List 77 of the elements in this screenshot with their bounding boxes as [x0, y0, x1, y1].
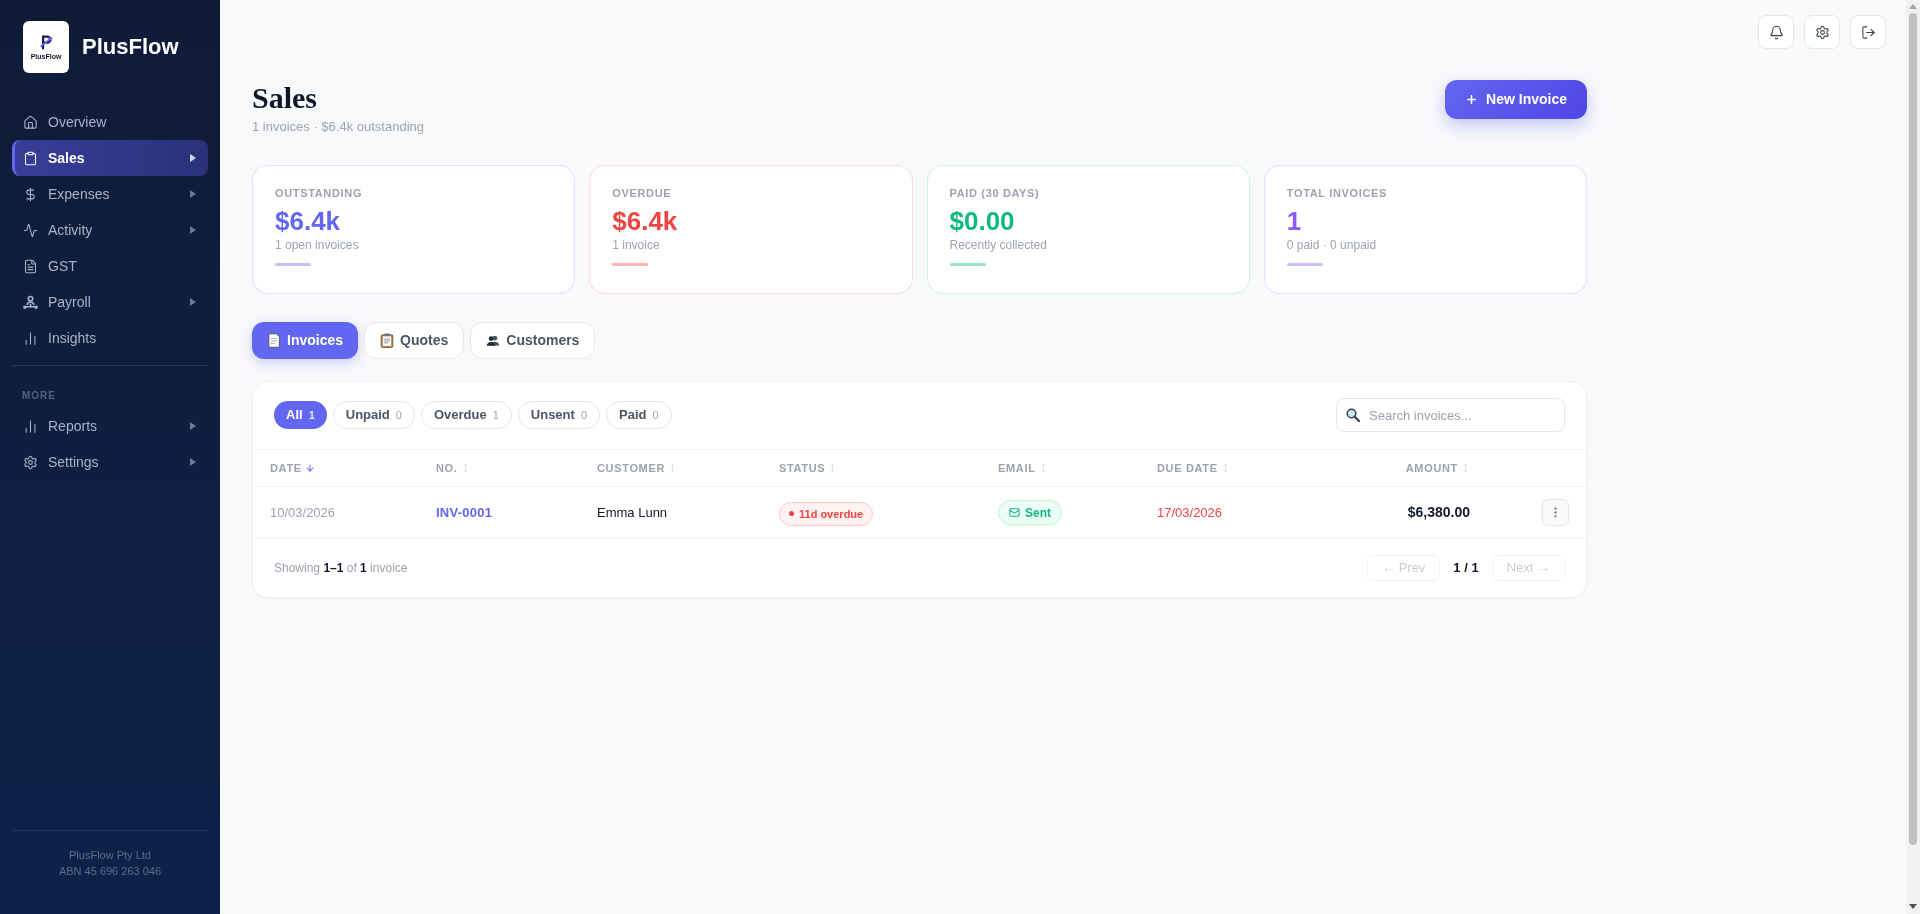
bar-chart-icon [23, 330, 38, 346]
sidebar-nav-item[interactable]: Settings [12, 444, 208, 480]
stat-label: OVERDUE [612, 186, 672, 201]
scrollbar-thumb[interactable] [1909, 13, 1917, 845]
mail-icon [1009, 507, 1020, 518]
stat-label: OUTSTANDING [275, 186, 363, 201]
people-icon [486, 333, 501, 348]
tab[interactable]: Invoices [252, 322, 359, 359]
pulse-icon [23, 222, 38, 238]
tab[interactable]: Quotes [364, 322, 465, 359]
document-icon [23, 258, 38, 274]
company-info: PlusFlow Pty Ltd [69, 848, 151, 863]
sidebar-nav-item[interactable]: Sales [12, 140, 208, 176]
stat-note: 0 paid · 0 unpaid [1286, 237, 1377, 253]
bell-icon [1768, 24, 1784, 40]
tab[interactable]: Customers [470, 322, 596, 359]
page-icon [267, 333, 281, 348]
sidebar-nav-item[interactable]: Overview [12, 104, 208, 140]
filter-chip[interactable]: Overdue 1 [420, 401, 512, 429]
pagination-summary: Showing 1–1 of 1 invoice [274, 560, 408, 577]
stat-value: $0.00 [949, 205, 1015, 237]
person-icon [23, 294, 38, 310]
stat-value: $6.4k [612, 205, 678, 237]
stat-value: 1 [1286, 205, 1302, 237]
settings-icon [1814, 24, 1830, 40]
sidebar-nav-item[interactable]: Payroll [12, 284, 208, 320]
logout-icon [1860, 24, 1876, 40]
settings-icon [23, 454, 38, 470]
clipboard-icon [380, 333, 395, 348]
logo-mark-icon [37, 33, 55, 51]
page-subtitle: 1 invoices · $6.4k outstanding [252, 118, 424, 136]
brand-name: PlusFlow [82, 33, 179, 61]
filter-chip[interactable]: Unpaid 0 [332, 401, 415, 429]
status-dot-icon [789, 511, 794, 517]
company-info: ABN 45 696 263 046 [58, 864, 162, 879]
sidebar-nav-item[interactable]: Insights [12, 320, 208, 356]
accent-bar [612, 263, 649, 266]
filter-chip[interactable]: Unsent 0 [517, 401, 600, 429]
dollar-icon [23, 186, 38, 202]
accent-bar [1286, 263, 1323, 266]
invoice-date: 10/03/2026 [270, 503, 337, 522]
bar-chart-icon [23, 418, 38, 434]
accent-bar [949, 263, 986, 266]
stat-value: $6.4k [275, 205, 341, 237]
page-title: Sales [252, 80, 318, 116]
invoice-number-link[interactable]: INV-0001 [436, 502, 493, 523]
scroll-down-arrow-icon [1909, 904, 1917, 909]
house-icon [23, 114, 38, 130]
search-icon [1346, 408, 1360, 422]
filter-chip[interactable]: Paid 0 [606, 401, 672, 429]
stat-label: TOTAL INVOICES [1286, 186, 1388, 201]
status-label: 11d overdue [799, 506, 864, 522]
sidebar-nav-item[interactable]: GST [12, 248, 208, 284]
sidebar-nav-item[interactable]: Expenses [12, 176, 208, 212]
plus-icon [1465, 93, 1479, 106]
settings-button[interactable] [1804, 15, 1840, 49]
stat-label: PAID (30 DAYS) [949, 186, 1040, 201]
clipboard-icon [23, 150, 38, 166]
scrollbar[interactable] [1906, 0, 1920, 914]
customer-name: Emma Lunn [597, 503, 668, 522]
invoice-amount: $6,380.00 [1407, 503, 1470, 522]
stat-note: Recently collected [949, 237, 1047, 253]
section-label: MORE [22, 389, 56, 403]
due-date: 17/03/2026 [1157, 503, 1223, 522]
email-status-label: Sent [1025, 504, 1051, 522]
page-indicator: 1 / 1 [1453, 559, 1479, 578]
notifications-button[interactable] [1758, 15, 1794, 49]
stat-note: 1 invoice [612, 237, 660, 253]
sidebar-nav-item[interactable]: Reports [12, 408, 208, 444]
new-invoice-button[interactable]: New Invoice [1445, 80, 1587, 119]
logout-button[interactable] [1850, 15, 1886, 49]
search-field[interactable]: Search invoices... [1336, 398, 1565, 432]
accent-bar [275, 263, 311, 266]
filter-chip[interactable]: All 1 [274, 401, 327, 429]
sidebar-nav-item[interactable]: Activity [12, 212, 208, 248]
stat-note: 1 open invoices [275, 237, 359, 253]
scroll-up-arrow-icon [1909, 4, 1917, 9]
